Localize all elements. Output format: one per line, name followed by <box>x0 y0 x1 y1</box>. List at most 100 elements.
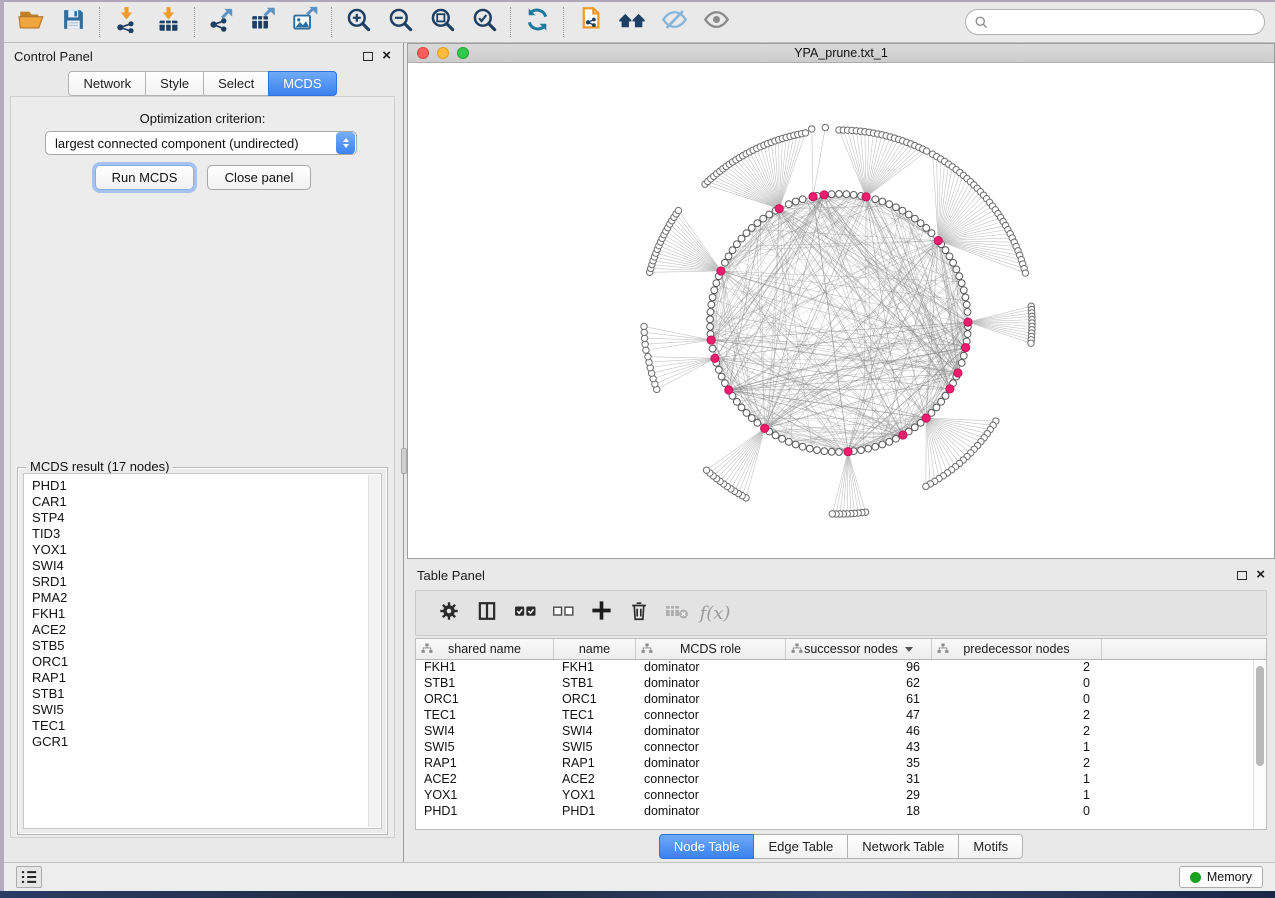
mcds-hub-node[interactable] <box>946 385 954 393</box>
run-mcds-button[interactable]: Run MCDS <box>95 165 194 190</box>
ring-node[interactable] <box>872 443 879 450</box>
mcds-hub-node[interactable] <box>707 336 715 344</box>
ring-node[interactable] <box>707 309 714 316</box>
status-menu-button[interactable] <box>16 866 42 888</box>
leaf-node[interactable] <box>802 130 808 136</box>
table-row[interactable]: FKH1FKH1dominator962 <box>416 660 1266 676</box>
deselect-all-button[interactable] <box>544 595 582 631</box>
sort-chevron-icon[interactable] <box>905 647 913 652</box>
table-row[interactable]: ACE2ACE2connector311 <box>416 772 1266 788</box>
open-session-button[interactable] <box>10 5 52 39</box>
ring-node[interactable] <box>886 438 893 445</box>
ring-node[interactable] <box>960 352 967 359</box>
ring-node[interactable] <box>899 207 906 214</box>
table-scrollbar[interactable] <box>1253 660 1266 829</box>
mcds-hub-node[interactable] <box>862 193 870 201</box>
leaf-node[interactable] <box>641 323 647 329</box>
ring-node[interactable] <box>950 259 957 266</box>
ring-node[interactable] <box>733 398 740 405</box>
ring-node[interactable] <box>923 225 930 232</box>
ring-node[interactable] <box>964 309 971 316</box>
mcds-result-item[interactable]: STB5 <box>32 638 381 654</box>
ring-node[interactable] <box>713 280 720 287</box>
mcds-hub-node[interactable] <box>962 344 970 352</box>
result-list-scrollbar[interactable] <box>368 475 380 827</box>
mcds-result-item[interactable]: SWI5 <box>32 702 381 718</box>
ring-node[interactable] <box>711 287 718 294</box>
ring-node[interactable] <box>946 253 953 260</box>
leaf-node[interactable] <box>829 511 835 517</box>
table-row[interactable]: ORC1ORC1dominator610 <box>416 692 1266 708</box>
show-all-button[interactable] <box>695 5 737 39</box>
ring-node[interactable] <box>905 211 912 218</box>
mcds-hub-node[interactable] <box>725 386 733 394</box>
close-panel-button[interactable]: Close panel <box>207 165 311 190</box>
ring-node[interactable] <box>785 201 792 208</box>
ring-node[interactable] <box>729 247 736 254</box>
table-row[interactable]: SWI5SWI5connector431 <box>416 740 1266 756</box>
mcds-result-item[interactable]: FKH1 <box>32 606 381 622</box>
leaf-node[interactable] <box>809 126 815 132</box>
ring-node[interactable] <box>754 220 761 227</box>
column-header-predecessor-nodes[interactable]: predecessor nodes <box>932 639 1102 659</box>
ring-node[interactable] <box>893 204 900 211</box>
ring-node[interactable] <box>725 253 732 260</box>
ring-node[interactable] <box>836 191 843 198</box>
ring-node[interactable] <box>738 235 745 242</box>
ring-node[interactable] <box>733 241 740 248</box>
mcds-result-item[interactable]: YOX1 <box>32 542 381 558</box>
tab-style[interactable]: Style <box>145 71 204 96</box>
ring-node[interactable] <box>933 404 940 411</box>
ring-node[interactable] <box>879 198 886 205</box>
ring-node[interactable] <box>799 443 806 450</box>
leaf-node[interactable] <box>703 467 709 473</box>
leaf-node[interactable] <box>641 329 647 335</box>
mcds-result-item[interactable]: SRD1 <box>32 574 381 590</box>
ring-node[interactable] <box>865 445 872 452</box>
columns-button[interactable] <box>468 595 506 631</box>
minimize-window-icon[interactable] <box>437 47 449 59</box>
export-network-button[interactable] <box>200 5 242 39</box>
zoom-selected-button[interactable] <box>463 5 505 39</box>
ring-node[interactable] <box>958 280 965 287</box>
mcds-result-item[interactable]: GCR1 <box>32 734 381 750</box>
mcds-result-list[interactable]: PHD1CAR1STP4TID3YOX1SWI4SRD1PMA2FKH1ACE2… <box>23 473 382 829</box>
ring-node[interactable] <box>792 198 799 205</box>
mcds-hub-node[interactable] <box>809 193 817 201</box>
mcds-result-item[interactable]: STB1 <box>32 686 381 702</box>
leaf-node[interactable] <box>923 148 929 154</box>
table-row[interactable]: STB1STB1dominator620 <box>416 676 1266 692</box>
ring-node[interactable] <box>858 447 865 454</box>
ring-node[interactable] <box>766 211 773 218</box>
table-row[interactable]: TEC1TEC1connector472 <box>416 708 1266 724</box>
maximize-window-icon[interactable] <box>457 47 469 59</box>
ring-node[interactable] <box>828 191 835 198</box>
ring-node[interactable] <box>722 259 729 266</box>
ring-node[interactable] <box>960 287 967 294</box>
refresh-button[interactable] <box>516 5 558 39</box>
ring-node[interactable] <box>911 215 918 222</box>
ring-node[interactable] <box>850 191 857 198</box>
first-neighbors-button[interactable] <box>611 5 653 39</box>
ring-node[interactable] <box>748 415 755 422</box>
search-box[interactable] <box>965 9 1265 35</box>
leaf-node[interactable] <box>1022 270 1028 276</box>
tab-mcds[interactable]: MCDS <box>268 71 336 96</box>
ring-node[interactable] <box>799 196 806 203</box>
search-input[interactable] <box>994 15 1256 30</box>
ring-node[interactable] <box>956 273 963 280</box>
ring-node[interactable] <box>872 196 879 203</box>
duplicate-network-button[interactable] <box>569 5 611 39</box>
mcds-hub-node[interactable] <box>934 236 942 244</box>
ring-node[interactable] <box>821 448 828 455</box>
float-panel-icon[interactable] <box>363 52 373 61</box>
mcds-hub-node[interactable] <box>964 318 972 326</box>
ring-node[interactable] <box>785 438 792 445</box>
table-tab-node-table[interactable]: Node Table <box>659 834 755 859</box>
ring-node[interactable] <box>828 448 835 455</box>
close-window-icon[interactable] <box>417 47 429 59</box>
table-tab-network-table[interactable]: Network Table <box>847 834 959 859</box>
zoom-fit-button[interactable] <box>421 5 463 39</box>
ring-node[interactable] <box>743 230 750 237</box>
settings-button[interactable] <box>430 595 468 631</box>
